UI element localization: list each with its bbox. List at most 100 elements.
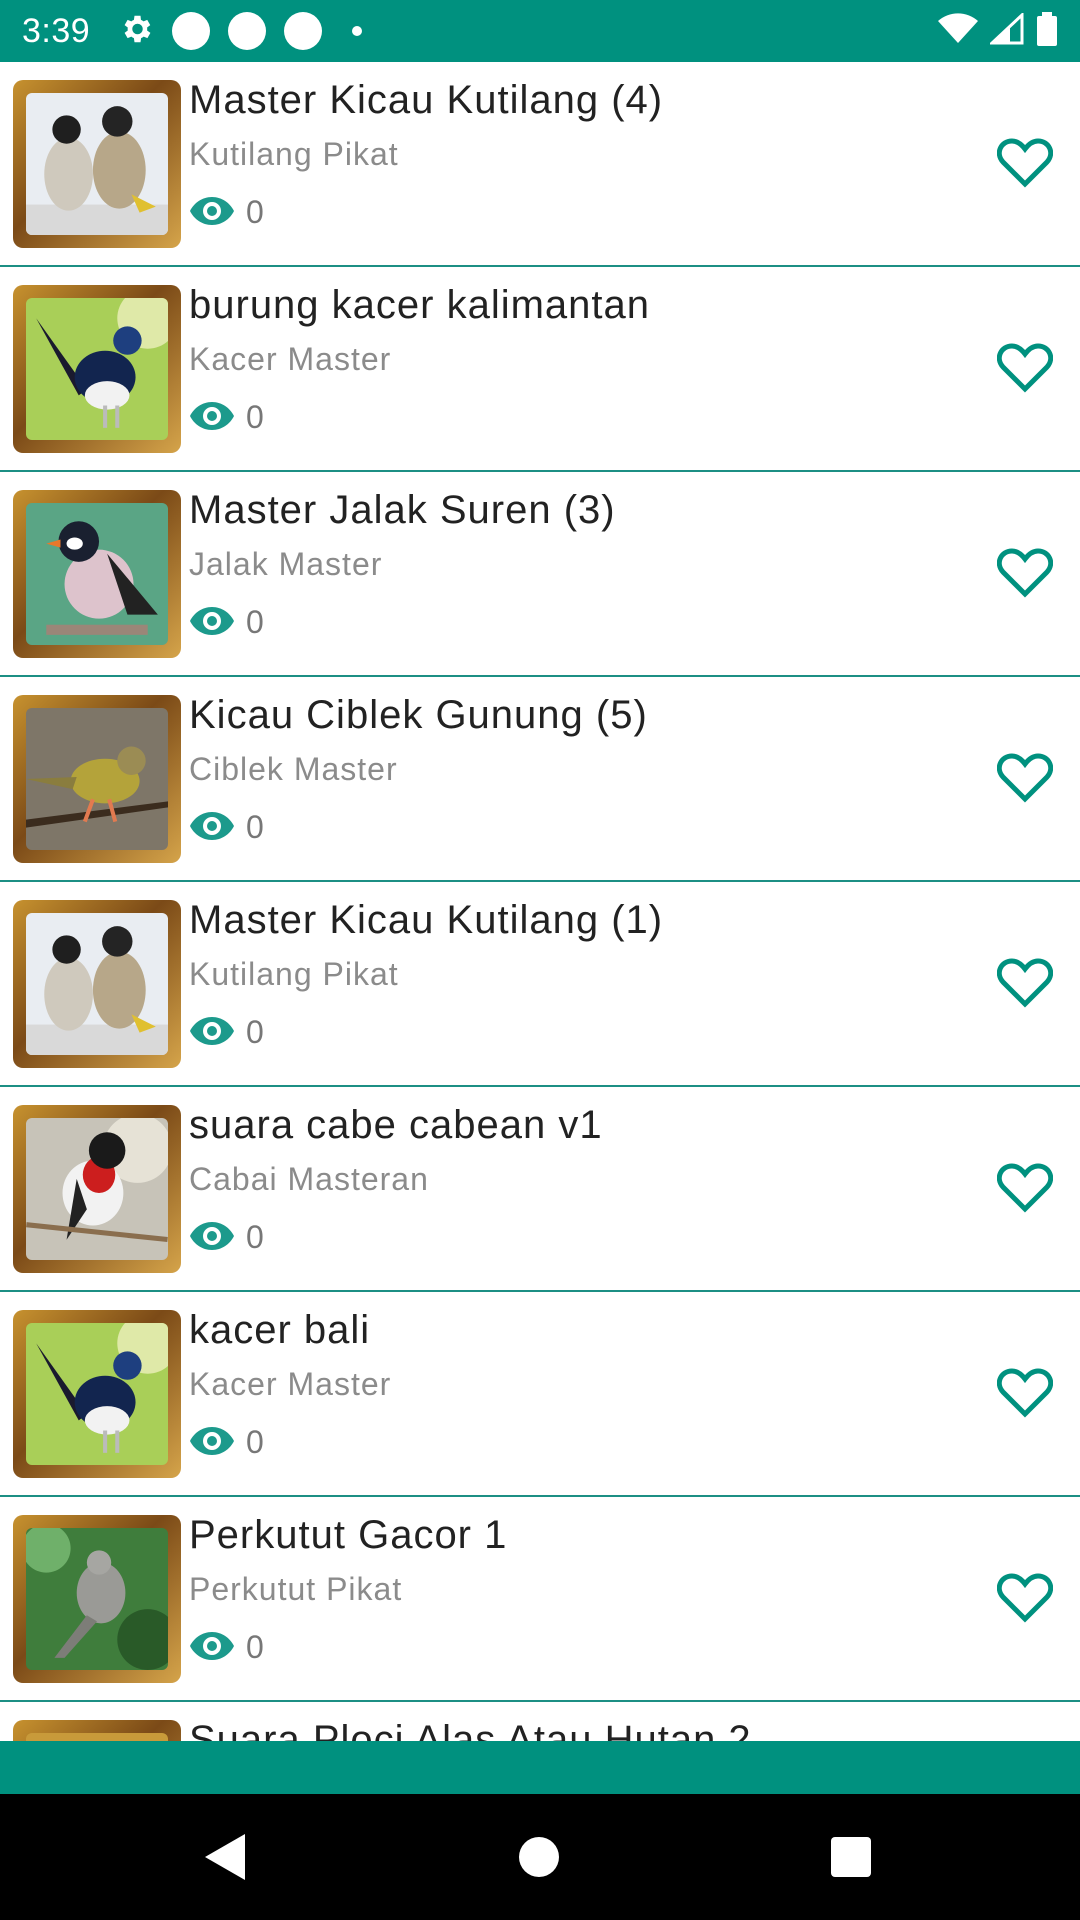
song-title: suara cabe cabean v1 (189, 1103, 603, 1147)
song-list-item[interactable]: Kicau Ciblek Gunung (5) Ciblek Master 0 (0, 677, 1080, 882)
signal-icon (988, 11, 1024, 49)
view-count: 0 (190, 1629, 264, 1666)
view-count-value: 0 (246, 399, 264, 435)
gear-icon (118, 11, 154, 51)
view-count-value: 0 (246, 1424, 264, 1460)
view-count-value: 0 (246, 604, 264, 640)
view-count: 0 (190, 1424, 264, 1461)
song-list-item[interactable]: suara cabe cabean v1 Cabai Masteran 0 (0, 1087, 1080, 1292)
song-title: kacer bali (189, 1308, 371, 1352)
heart-icon (996, 753, 1054, 807)
song-list-item[interactable]: burung kacer kalimantan Kacer Master 0 (0, 267, 1080, 472)
bird-image (26, 298, 168, 440)
heart-icon (996, 1573, 1054, 1627)
back-icon (205, 1834, 245, 1880)
song-title: Perkutut Gacor 1 (189, 1513, 508, 1557)
song-thumbnail (13, 490, 181, 658)
eye-icon (190, 1631, 234, 1664)
view-count: 0 (190, 194, 264, 231)
song-list-item[interactable]: Perkutut Gacor 1 Perkutut Pikat 0 (0, 1497, 1080, 1702)
song-category: Kutilang Pikat (189, 956, 399, 992)
notification-circle-icon (172, 12, 211, 50)
view-count-value: 0 (246, 809, 264, 845)
song-list-item[interactable]: Suara Ploci Alas Atau Hutan 2 (0, 1702, 1080, 1741)
song-title: Suara Ploci Alas Atau Hutan 2 (189, 1718, 752, 1741)
status-system-icons (938, 11, 1058, 50)
favorite-button[interactable] (996, 958, 1054, 1012)
back-button[interactable] (192, 1824, 258, 1890)
bird-image (26, 913, 168, 1055)
navigation-bar (0, 1794, 1080, 1920)
heart-icon (996, 548, 1054, 602)
favorite-button[interactable] (996, 138, 1054, 192)
recents-button[interactable] (818, 1824, 884, 1890)
favorite-button[interactable] (996, 753, 1054, 807)
home-button[interactable] (506, 1824, 572, 1890)
heart-icon (996, 138, 1054, 192)
song-category: Jalak Master (189, 546, 383, 582)
song-title: Master Kicau Kutilang (4) (189, 78, 664, 122)
bird-image (26, 93, 168, 235)
bird-image (26, 1118, 168, 1260)
view-count: 0 (190, 1219, 264, 1256)
eye-icon (190, 401, 234, 434)
view-count-value: 0 (246, 1219, 264, 1255)
song-title: Master Kicau Kutilang (1) (189, 898, 664, 942)
favorite-button[interactable] (996, 1368, 1054, 1422)
eye-icon (190, 606, 234, 639)
heart-icon (996, 1163, 1054, 1217)
song-thumbnail (13, 1720, 181, 1741)
view-count: 0 (190, 1014, 264, 1051)
notification-circle-icon (228, 12, 267, 50)
song-list[interactable]: Master Kicau Kutilang (4) Kutilang Pikat 0… (0, 62, 1080, 1741)
status-notification-icons (118, 11, 363, 51)
favorite-button[interactable] (996, 343, 1054, 397)
song-thumbnail (13, 1310, 181, 1478)
heart-icon (996, 1368, 1054, 1422)
status-bar: 3:39 (0, 0, 1080, 62)
eye-icon (190, 1016, 234, 1049)
favorite-button[interactable] (996, 1163, 1054, 1217)
song-thumbnail (13, 695, 181, 863)
song-category: Perkutut Pikat (189, 1571, 403, 1607)
view-count-value: 0 (246, 194, 264, 230)
battery-icon (1036, 12, 1058, 50)
bird-image (26, 503, 168, 645)
status-time: 3:39 (22, 11, 91, 50)
song-category: Kacer Master (189, 1366, 392, 1402)
more-notifications-dot-icon (352, 26, 363, 36)
recents-icon (831, 1837, 871, 1877)
song-title: Master Jalak Suren (3) (189, 488, 616, 532)
song-thumbnail (13, 285, 181, 453)
bird-image (26, 1528, 168, 1670)
wifi-icon (938, 13, 978, 49)
song-thumbnail (13, 900, 181, 1068)
favorite-button[interactable] (996, 1573, 1054, 1627)
heart-icon (996, 343, 1054, 397)
song-list-item[interactable]: Master Jalak Suren (3) Jalak Master 0 (0, 472, 1080, 677)
view-count-value: 0 (246, 1014, 264, 1050)
view-count-value: 0 (246, 1629, 264, 1665)
song-category: Kutilang Pikat (189, 136, 399, 172)
song-category: Kacer Master (189, 341, 392, 377)
view-count: 0 (190, 399, 264, 436)
song-list-item[interactable]: kacer bali Kacer Master 0 (0, 1292, 1080, 1497)
eye-icon (190, 1426, 234, 1459)
favorite-button[interactable] (996, 548, 1054, 602)
song-category: Ciblek Master (189, 751, 398, 787)
song-list-item[interactable]: Master Kicau Kutilang (1) Kutilang Pikat 0 (0, 882, 1080, 1087)
bird-image (26, 1733, 168, 1741)
song-title: burung kacer kalimantan (189, 283, 651, 327)
eye-icon (190, 1221, 234, 1254)
bird-image (26, 1323, 168, 1465)
view-count: 0 (190, 604, 264, 641)
song-thumbnail (13, 1515, 181, 1683)
song-thumbnail (13, 80, 181, 248)
bird-image (26, 708, 168, 850)
notification-circle-icon (284, 12, 323, 50)
eye-icon (190, 811, 234, 844)
home-icon (519, 1837, 559, 1877)
song-list-item[interactable]: Master Kicau Kutilang (4) Kutilang Pikat 0 (0, 62, 1080, 267)
bottom-bar (0, 1741, 1080, 1794)
song-category: Cabai Masteran (189, 1161, 429, 1197)
